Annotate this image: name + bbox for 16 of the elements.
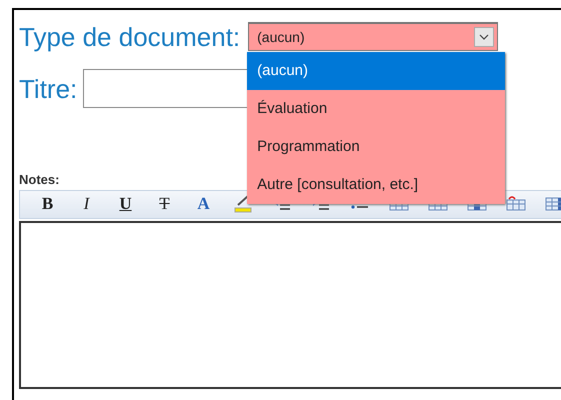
highlighter-icon[interactable] bbox=[232, 193, 254, 215]
document-type-dropdown[interactable]: (aucun) bbox=[248, 22, 498, 51]
field-label: Titre: bbox=[19, 76, 78, 102]
format-button[interactable]: I bbox=[67, 191, 106, 217]
dropdown-option[interactable]: Évaluation bbox=[247, 90, 506, 128]
format-button[interactable]: B bbox=[28, 191, 67, 217]
field-label: Type de document: bbox=[19, 24, 240, 50]
chevron-down-icon bbox=[474, 27, 494, 47]
format-button[interactable]: A bbox=[184, 191, 223, 217]
notes-editor[interactable] bbox=[19, 220, 561, 388]
dropdown-option[interactable]: Autre [consultation, etc.] bbox=[247, 166, 506, 204]
dropdown-option[interactable]: Programmation bbox=[247, 128, 506, 166]
field-label: Notes: bbox=[19, 171, 60, 189]
format-button[interactable]: U bbox=[106, 191, 145, 217]
format-button[interactable]: T bbox=[145, 191, 184, 217]
dropdown-option[interactable]: (aucun) bbox=[247, 52, 506, 90]
